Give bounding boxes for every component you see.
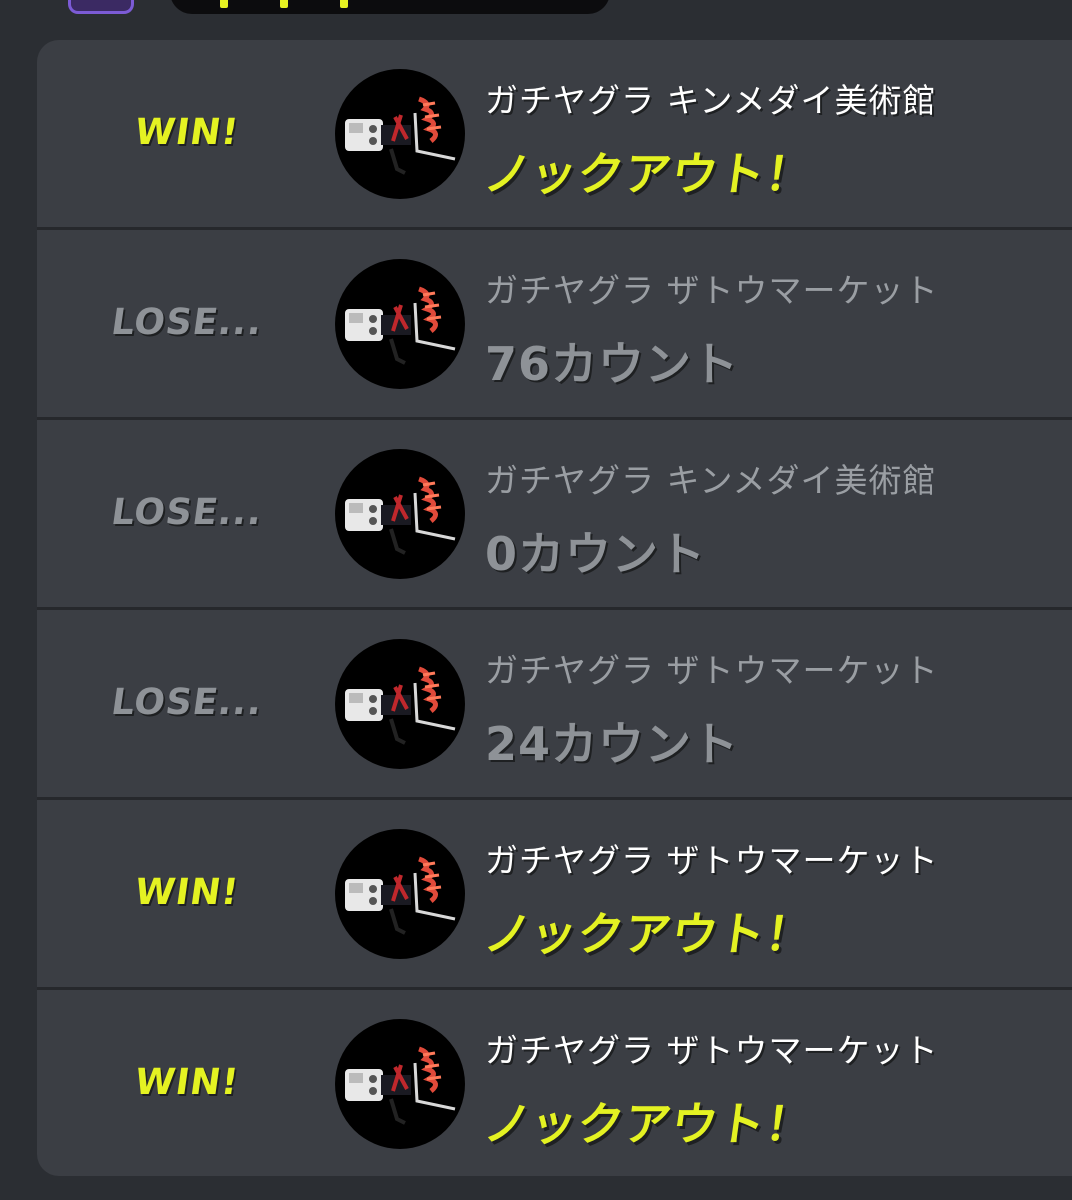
- weapon-icon: [335, 829, 465, 959]
- score-label: ノックアウト！: [480, 147, 817, 201]
- stage-name: ガチヤグラ ザトウマーケット: [485, 651, 939, 690]
- battle-row[interactable]: LOSE... ガチヤグラ キンメダイ美術館 0カウント: [37, 420, 1072, 607]
- battle-row[interactable]: WIN! ガチヤグラ キンメダイ美術館 ノックアウト！: [37, 40, 1072, 227]
- battle-history-list: WIN! ガチヤグラ キンメダイ美術館 ノックアウト！ LOSE... ガチヤグ…: [37, 40, 1072, 1176]
- stage-name: ガチヤグラ ザトウマーケット: [485, 271, 939, 310]
- header-pill: [170, 0, 610, 14]
- result-label: WIN!: [132, 872, 242, 913]
- score-label: 24カウント: [485, 717, 740, 771]
- result-label: WIN!: [132, 112, 242, 153]
- result-label: LOSE...: [108, 492, 266, 533]
- result-label: LOSE...: [108, 302, 266, 343]
- battle-row[interactable]: WIN! ガチヤグラ ザトウマーケット ノックアウト！: [37, 990, 1072, 1176]
- weapon-icon: [335, 449, 465, 579]
- battle-row[interactable]: WIN! ガチヤグラ ザトウマーケット ノックアウト！: [37, 800, 1072, 987]
- stage-name: ガチヤグラ キンメダイ美術館: [485, 81, 937, 120]
- stage-name: ガチヤグラ キンメダイ美術館: [485, 461, 937, 500]
- score-label: ノックアウト！: [480, 1097, 817, 1151]
- score-label: 0カウント: [485, 527, 707, 581]
- stage-name: ガチヤグラ ザトウマーケット: [485, 841, 939, 880]
- result-label: WIN!: [132, 1062, 242, 1103]
- score-label: 76カウント: [485, 337, 740, 391]
- weapon-icon: [335, 69, 465, 199]
- mode-icon: [68, 0, 134, 14]
- score-label: ノックアウト！: [480, 907, 817, 961]
- weapon-icon: [335, 639, 465, 769]
- battle-row[interactable]: LOSE... ガチヤグラ ザトウマーケット 24カウント: [37, 610, 1072, 797]
- weapon-icon: [335, 1019, 465, 1149]
- stage-name: ガチヤグラ ザトウマーケット: [485, 1031, 939, 1070]
- weapon-icon: [335, 259, 465, 389]
- result-label: LOSE...: [108, 682, 266, 723]
- battle-row[interactable]: LOSE... ガチヤグラ ザトウマーケット 76カウント: [37, 230, 1072, 417]
